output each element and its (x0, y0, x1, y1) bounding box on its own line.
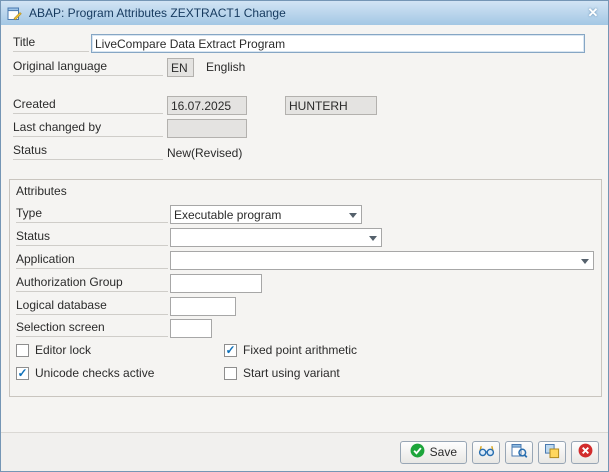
save-button[interactable]: Save (399, 440, 467, 464)
dialog-icon (7, 5, 23, 21)
copy-button[interactable] (538, 440, 566, 464)
last-changed-field (167, 119, 247, 138)
status-label: Status (13, 143, 163, 160)
document-magnifier-icon (511, 443, 528, 462)
checkbox-box: ✓ (16, 366, 29, 380)
selection-screen-input[interactable] (170, 319, 212, 338)
application-dropdown[interactable] (170, 251, 594, 270)
program-attributes-dialog: ABAP: Program Attributes ZEXTRACT1 Chang… (0, 0, 609, 472)
last-changed-label: Last changed by (13, 120, 163, 137)
logical-database-input[interactable] (170, 297, 236, 316)
fixed-point-arithmetic-checkbox[interactable]: ✓ Fixed point arithmetic (224, 343, 357, 357)
save-check-icon (410, 443, 425, 461)
check-button[interactable] (505, 440, 533, 464)
title-input[interactable] (91, 34, 585, 53)
type-dropdown-value: Executable program (174, 207, 282, 222)
chevron-down-icon (369, 236, 377, 241)
glasses-icon (478, 443, 495, 461)
save-button-label: Save (429, 445, 457, 459)
title-field-label: Title (13, 35, 89, 52)
editor-lock-checkbox[interactable]: Editor lock (16, 343, 91, 357)
unicode-checks-checkbox[interactable]: ✓ Unicode checks active (16, 366, 154, 380)
authorization-group-label: Authorization Group (16, 275, 168, 292)
status-dropdown[interactable] (170, 228, 382, 247)
chevron-down-icon (581, 259, 589, 264)
editor-lock-label: Editor lock (35, 343, 92, 357)
attributes-group-title: Attributes (16, 184, 67, 198)
type-dropdown[interactable]: Executable program (170, 205, 362, 224)
original-language-label: Original language (13, 59, 163, 76)
cancel-x-icon (578, 443, 593, 461)
start-using-variant-label: Start using variant (243, 366, 340, 380)
original-language-name: English (206, 60, 246, 74)
created-date-field (167, 96, 247, 115)
start-using-variant-checkbox[interactable]: Start using variant (224, 366, 340, 380)
unicode-checks-label: Unicode checks active (35, 366, 155, 380)
created-user-field (285, 96, 377, 115)
checkbox-box (16, 343, 29, 357)
checkbox-box (224, 366, 237, 380)
window-title: ABAP: Program Attributes ZEXTRACT1 Chang… (29, 6, 286, 20)
original-language-code (167, 58, 194, 77)
status-value: New(Revised) (167, 146, 243, 160)
created-label: Created (13, 97, 163, 114)
attributes-group: Attributes Type Executable program Statu… (9, 179, 602, 397)
footer-toolbar: Save (1, 432, 608, 471)
application-label: Application (16, 252, 168, 269)
checkbox-box: ✓ (224, 343, 237, 357)
chevron-down-icon (349, 213, 357, 218)
logical-database-label: Logical database (16, 298, 168, 315)
authorization-group-input[interactable] (170, 274, 262, 293)
cancel-button[interactable] (571, 440, 599, 464)
close-icon[interactable]: ✕ (582, 3, 604, 23)
selection-screen-label: Selection screen (16, 320, 168, 337)
attr-status-label: Status (16, 229, 168, 246)
type-label: Type (16, 206, 168, 223)
title-bar: ABAP: Program Attributes ZEXTRACT1 Chang… (1, 1, 608, 25)
display-button[interactable] (472, 440, 500, 464)
fixed-point-arithmetic-label: Fixed point arithmetic (243, 343, 358, 357)
overlapping-windows-icon (544, 443, 560, 462)
